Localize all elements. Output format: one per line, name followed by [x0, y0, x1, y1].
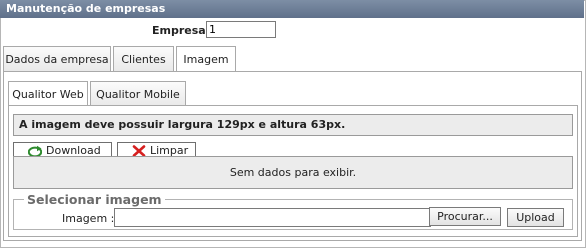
tab-qualitor-web[interactable]: Qualitor Web: [8, 81, 88, 107]
browse-label: Procurar...: [437, 210, 493, 223]
image-field-label: Imagem :: [62, 212, 115, 225]
tab-label: Dados da empresa: [5, 53, 109, 66]
tab-label: Imagem: [183, 53, 229, 66]
image-size-info: A imagem deve possuir largura 129px e al…: [13, 114, 573, 136]
empresa-label: Empresa :: [152, 24, 214, 37]
upload-button[interactable]: Upload: [507, 208, 564, 227]
tab-label: Qualitor Web: [12, 88, 84, 101]
window-title: Manutenção de empresas: [0, 0, 584, 18]
image-file-field[interactable]: [114, 208, 431, 227]
browse-button[interactable]: Procurar...: [429, 207, 501, 226]
tab-dados-da-empresa[interactable]: Dados da empresa: [3, 46, 111, 71]
empresa-input[interactable]: [206, 21, 276, 38]
tab-clientes[interactable]: Clientes: [113, 46, 174, 71]
select-image-legend: Selecionar imagem: [24, 192, 165, 207]
empty-grid-message: Sem dados para exibir.: [13, 156, 573, 189]
upload-label: Upload: [516, 211, 555, 224]
tab-label: Clientes: [121, 53, 166, 66]
empresa-row: Empresa :: [0, 20, 584, 40]
tab-qualitor-mobile[interactable]: Qualitor Mobile: [90, 81, 186, 106]
tab-imagem[interactable]: Imagem: [176, 46, 236, 72]
tab-label: Qualitor Mobile: [96, 88, 180, 101]
